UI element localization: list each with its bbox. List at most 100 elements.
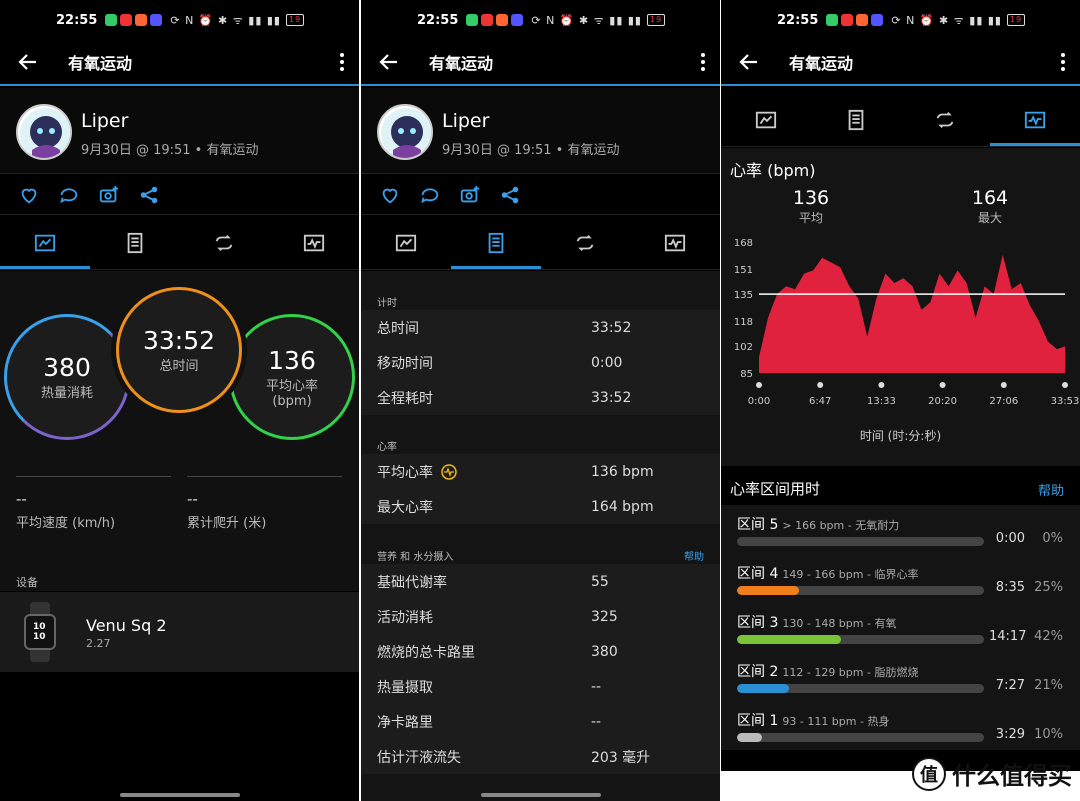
tab-charts[interactable] bbox=[990, 93, 1080, 146]
detail-row: 移动时间 0:00 bbox=[361, 345, 720, 380]
x-tick-label: 33:53 bbox=[1051, 396, 1080, 407]
avatar[interactable] bbox=[16, 104, 72, 160]
calories-label: 热量消耗 bbox=[40, 386, 93, 401]
more-options-icon[interactable] bbox=[339, 52, 345, 72]
share-icon[interactable] bbox=[499, 184, 521, 206]
status-bar: 22:55 ⟳ N ⏰ ✱ ᯤ ▮▮ ▮▮ 19 bbox=[361, 0, 720, 40]
watch-face: 10 10 bbox=[24, 614, 56, 650]
zone-bar bbox=[737, 684, 984, 693]
tab-overview[interactable] bbox=[0, 216, 90, 269]
zone-bar-fill bbox=[737, 635, 841, 644]
zone-bar-fill bbox=[737, 733, 762, 742]
chart-icon bbox=[665, 234, 686, 251]
zones-list: 区间 5 > 166 bpm - 无氧耐力 0:00 0% 区间 4 149 - 16… bbox=[721, 505, 1080, 750]
avg-hr-label: 平均心率 bbox=[265, 378, 318, 394]
device-section-label: 设备 bbox=[16, 576, 38, 589]
tab-details[interactable] bbox=[90, 216, 180, 269]
comment-icon[interactable] bbox=[58, 184, 80, 206]
climb-value: -- bbox=[187, 490, 198, 508]
zone-bar bbox=[737, 635, 984, 644]
page-title: 有氧运动 bbox=[68, 54, 133, 73]
detail-row: 燃烧的总卡路里 380 bbox=[361, 634, 720, 669]
tab-charts[interactable] bbox=[269, 216, 359, 269]
x-tick-dot bbox=[939, 382, 946, 388]
avg-speed-label: 平均速度 (km/h) bbox=[16, 516, 116, 531]
avg-hr-value: 136 bbox=[268, 345, 316, 375]
tab-laps[interactable] bbox=[901, 93, 991, 146]
tab-details[interactable] bbox=[450, 216, 541, 269]
more-options-icon[interactable] bbox=[1060, 52, 1066, 72]
status-time: 22:55 bbox=[417, 12, 459, 28]
detail-tabs bbox=[361, 216, 720, 270]
laps-icon bbox=[216, 234, 233, 251]
home-indicator[interactable] bbox=[119, 793, 240, 797]
tab-overview[interactable] bbox=[721, 93, 811, 146]
profile-header: Liper 9月30日 @ 19:51 • 有氧运动 bbox=[361, 88, 720, 174]
comment-icon[interactable] bbox=[419, 184, 441, 206]
add-photo-icon[interactable] bbox=[459, 184, 481, 206]
device-version: 2.27 bbox=[86, 637, 111, 650]
overview-icon bbox=[755, 111, 776, 128]
divider bbox=[16, 476, 171, 477]
add-photo-icon[interactable] bbox=[98, 184, 120, 206]
zone-bar bbox=[737, 537, 984, 546]
hr-max-value: 164 bbox=[971, 187, 1009, 209]
back-arrow-icon[interactable] bbox=[379, 52, 399, 72]
total-time-label: 总时间 bbox=[159, 359, 199, 374]
x-tick-label: 6:47 bbox=[809, 396, 831, 407]
details-panel: 22:55 ⟳ N ⏰ ✱ ᯤ ▮▮ ▮▮ 19 有氧运动 Liper 9月30… bbox=[361, 0, 720, 801]
tab-details[interactable] bbox=[811, 93, 901, 146]
more-options-icon[interactable] bbox=[700, 52, 706, 72]
hr-chart[interactable]: 168 151 135 118 102 85 0:00 6:47 13:33 20:20 27:06… bbox=[721, 230, 1080, 420]
heart-rate-badge-icon[interactable] bbox=[441, 463, 457, 480]
y-tick-label: 151 bbox=[734, 265, 753, 276]
back-arrow-icon[interactable] bbox=[739, 52, 759, 72]
status-bar: 22:55 ⟳ N ⏰ ✱ ᯤ ▮▮ ▮▮ 19 bbox=[0, 0, 359, 40]
x-tick-label: 20:20 bbox=[928, 396, 957, 407]
share-icon[interactable] bbox=[138, 184, 160, 206]
x-tick-label: 13:33 bbox=[867, 396, 896, 407]
zone-row-4: 区间 4 149 - 166 bpm - 临界心率 8:35 25% bbox=[737, 566, 1063, 595]
device-row[interactable]: 10 10 Venu Sq 2 2.27 bbox=[0, 592, 359, 672]
time-ring: 33:52 总时间 bbox=[116, 287, 242, 413]
user-name: Liper bbox=[81, 110, 129, 132]
zone-row-5: 区间 5 > 166 bpm - 无氧耐力 0:00 0% bbox=[737, 517, 1063, 546]
tab-overview[interactable] bbox=[361, 216, 451, 269]
battery-icon: 19 bbox=[1006, 14, 1026, 26]
app-bar: 有氧运动 bbox=[361, 40, 720, 86]
back-arrow-icon[interactable] bbox=[18, 52, 38, 72]
watch-icon: 10 10 bbox=[22, 602, 58, 662]
like-icon[interactable] bbox=[18, 184, 40, 206]
hr-avg-label: 平均 bbox=[798, 211, 823, 225]
detail-row: 最大心率 164 bpm bbox=[361, 489, 720, 524]
detail-row: 全程耗时 33:52 bbox=[361, 380, 720, 415]
tab-laps[interactable] bbox=[180, 216, 270, 269]
notification-icons bbox=[466, 14, 524, 26]
home-indicator[interactable] bbox=[480, 793, 601, 797]
zones-help-link[interactable]: 帮助 bbox=[1038, 480, 1064, 499]
x-tick-dot bbox=[878, 382, 885, 388]
tab-charts[interactable] bbox=[630, 216, 720, 269]
action-row bbox=[361, 175, 720, 215]
avatar[interactable] bbox=[377, 104, 433, 160]
y-tick-label: 85 bbox=[740, 369, 753, 380]
page-title: 有氧运动 bbox=[429, 54, 494, 73]
avg-hr-unit: (bpm) bbox=[272, 393, 312, 409]
detail-row: 平均心率 136 bpm bbox=[361, 454, 720, 489]
x-tick-dot bbox=[817, 382, 824, 388]
document-icon bbox=[848, 109, 863, 130]
chart-icon bbox=[304, 234, 325, 251]
user-name: Liper bbox=[442, 110, 490, 132]
like-icon[interactable] bbox=[379, 184, 401, 206]
y-tick-label: 168 bbox=[734, 238, 753, 249]
tab-laps[interactable] bbox=[541, 216, 631, 269]
watermark-icon: 值 bbox=[912, 756, 946, 791]
hr-avg-value: 136 bbox=[792, 187, 830, 209]
detail-row: 热量摄取 -- bbox=[361, 669, 720, 704]
zone-row-1: 区间 1 93 - 111 bpm - 热身 3:29 10% bbox=[737, 713, 1063, 742]
avg-speed-value: -- bbox=[16, 490, 27, 508]
page-title: 有氧运动 bbox=[789, 54, 854, 73]
chart-icon bbox=[1025, 111, 1046, 128]
zone-bar bbox=[737, 733, 984, 742]
nutrition-help-link[interactable]: 帮助 bbox=[684, 548, 704, 563]
